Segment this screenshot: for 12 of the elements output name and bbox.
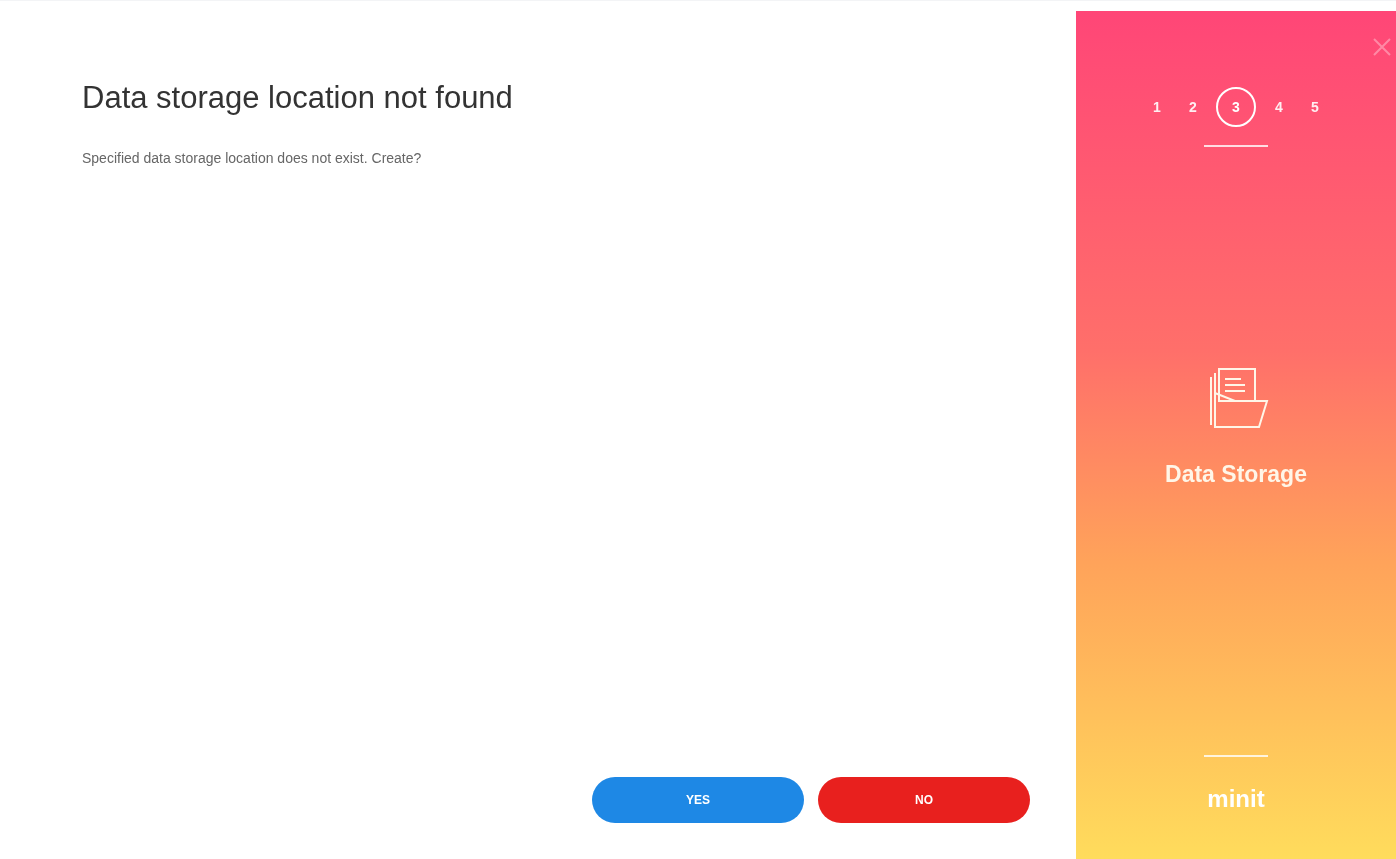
step-indicator: 5 xyxy=(1310,97,1320,117)
step-indicator: 3 xyxy=(1216,87,1256,127)
close-icon[interactable] xyxy=(1372,37,1392,57)
dialog-title: Data storage location not found xyxy=(82,79,513,117)
step-indicator: 4 xyxy=(1274,97,1284,117)
step-indicator: 1 xyxy=(1152,97,1162,117)
panel-title: Data Storage xyxy=(1165,460,1307,489)
logo: minit xyxy=(1207,784,1265,814)
no-button[interactable]: NO xyxy=(818,777,1030,823)
yes-button[interactable]: YES xyxy=(592,777,804,823)
step-indicator: 2 xyxy=(1188,97,1198,117)
dialog-message: Specified data storage location does not exist. Create? xyxy=(82,148,422,168)
